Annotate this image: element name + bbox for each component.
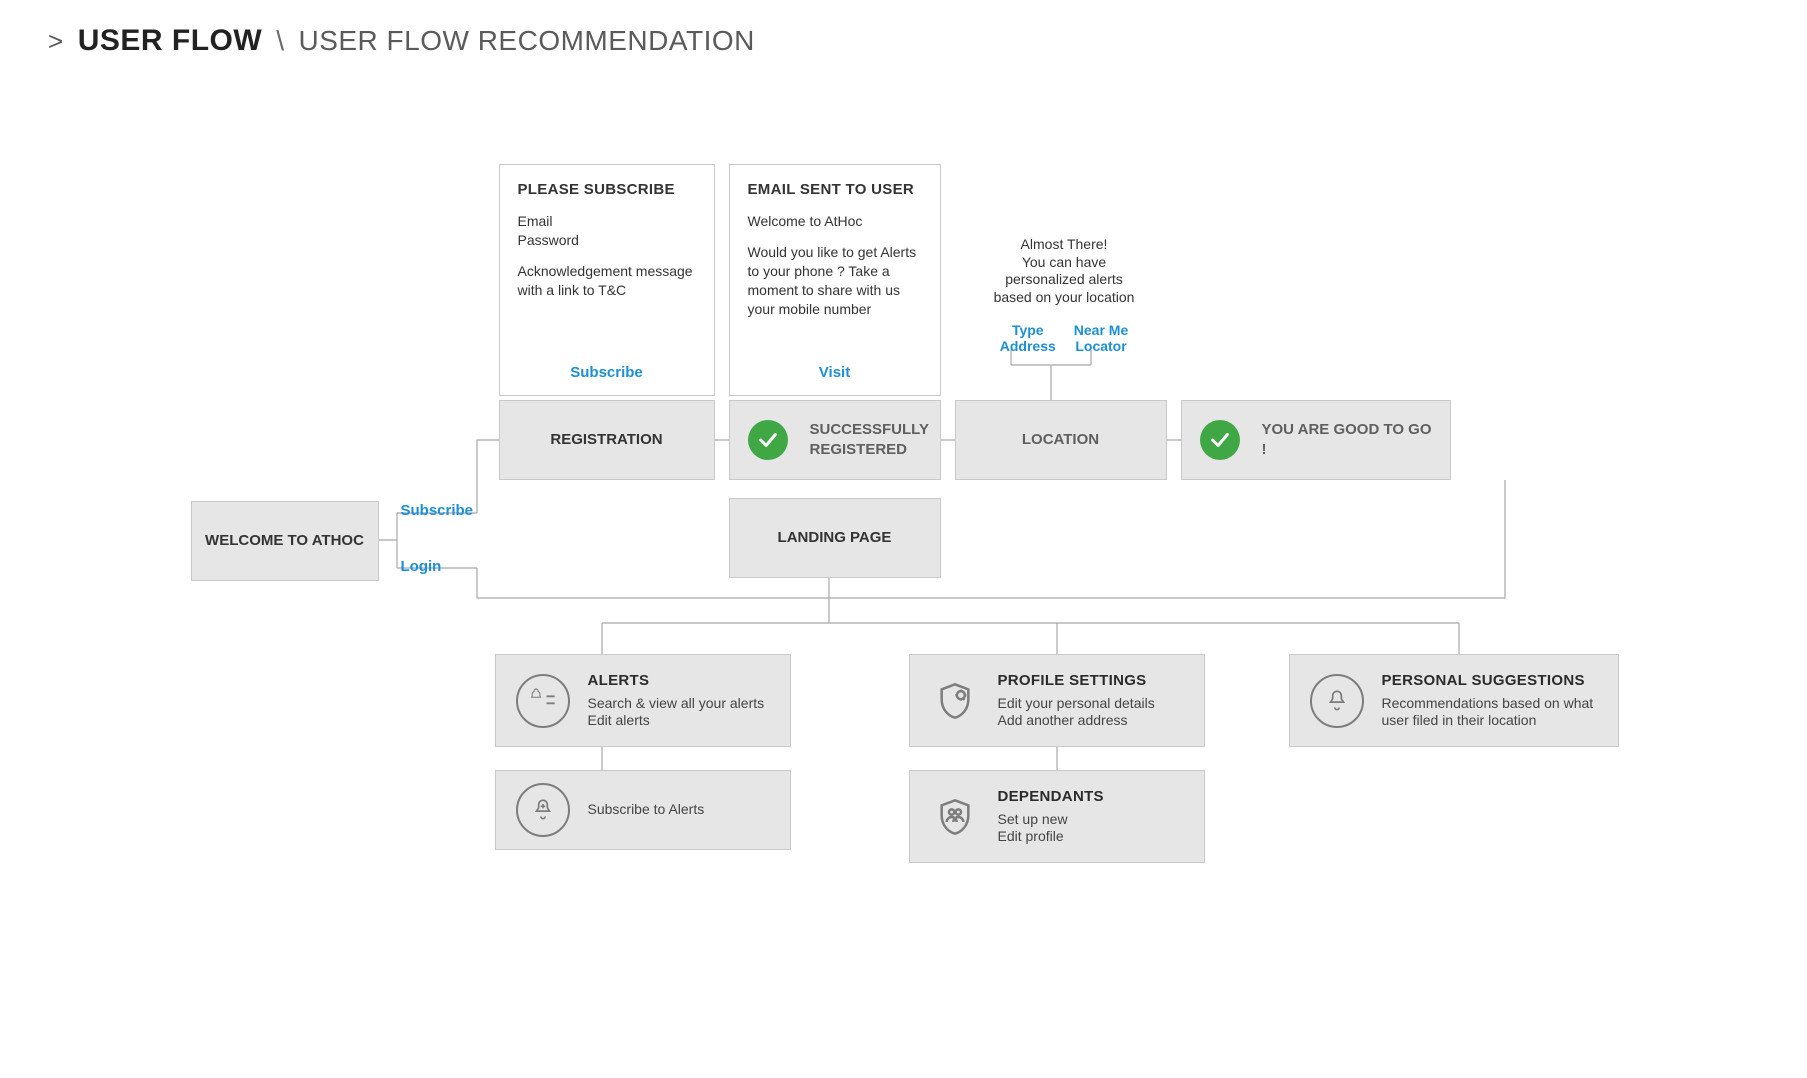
step-success: SUCCESSFULLY REGISTERED [729,400,941,480]
shield-gear-icon [930,676,980,726]
step-welcome-label: WELCOME TO ATHOC [195,531,374,551]
step-welcome: WELCOME TO ATHOC [191,501,379,581]
card-email-title: EMAIL SENT TO USER [748,181,922,198]
feature-alerts-title: ALERTS [588,672,765,689]
feature-alerts-subscribe: Subscribe to Alerts [495,770,791,850]
shield-people-icon [930,792,980,842]
card-subscribe-title: PLEASE SUBSCRIBE [518,181,696,198]
flow-canvas: WELCOME TO ATHOC Subscribe Login PLEASE … [179,128,1629,998]
bell-icon [1310,674,1364,728]
check-icon [748,420,788,460]
feature-profile: PROFILE SETTINGS Edit your personal deta… [909,654,1205,747]
step-registration: REGISTRATION [499,400,715,480]
feature-alerts-desc: Search & view all your alerts Edit alert… [588,695,765,730]
card-subscribe-cta[interactable]: Subscribe [518,358,696,381]
card-subscribe: PLEASE SUBSCRIBE Email Password Acknowle… [499,164,715,396]
branch-login-label[interactable]: Login [401,558,442,575]
callout-type-address[interactable]: Type Address [1000,322,1056,354]
card-subscribe-line3: Acknowledgement message with a link to T… [518,262,696,300]
header-title: USER FLOW [78,24,263,58]
step-location: LOCATION [955,400,1167,480]
feature-profile-title: PROFILE SETTINGS [998,672,1155,689]
feature-personal-title: PERSONAL SUGGESTIONS [1382,672,1598,689]
feature-alerts: ALERTS Search & view all your alerts Edi… [495,654,791,747]
step-good: YOU ARE GOOD TO GO ! [1181,400,1451,480]
step-registration-label: REGISTRATION [540,430,672,450]
callout-location-text: Almost There! You can have personalized … [967,236,1162,306]
header-subtitle: USER FLOW RECOMMENDATION [298,25,754,57]
step-landing-label: LANDING PAGE [768,528,902,548]
check-icon [1200,420,1240,460]
card-subscribe-line2: Password [518,231,696,250]
step-location-label: LOCATION [1012,430,1109,450]
feature-personal-desc: Recommendations based on what user filed… [1382,695,1598,730]
feature-alerts-subscribe-desc: Subscribe to Alerts [588,801,705,819]
branch-subscribe-label[interactable]: Subscribe [401,502,474,519]
step-success-label: SUCCESSFULLY REGISTERED [800,420,940,461]
bell-list-icon [516,674,570,728]
feature-dependants-desc: Set up new Edit profile [998,811,1104,846]
feature-profile-desc: Edit your personal details Add another a… [998,695,1155,730]
callout-near-me[interactable]: Near Me Locator [1074,322,1128,354]
step-good-label: YOU ARE GOOD TO GO ! [1252,420,1450,461]
card-subscribe-line1: Email [518,212,696,231]
card-email-line1: Welcome to AtHoc [748,212,922,231]
step-landing: LANDING PAGE [729,498,941,578]
card-email: EMAIL SENT TO USER Welcome to AtHoc Woul… [729,164,941,396]
feature-dependants-title: DEPENDANTS [998,788,1104,805]
callout-location: Almost There! You can have personalized … [967,236,1162,354]
card-email-line2: Would you like to get Alerts to your pho… [748,243,922,319]
page-header: > USER FLOW \ USER FLOW RECOMMENDATION [48,24,1807,58]
feature-personal: PERSONAL SUGGESTIONS Recommendations bas… [1289,654,1619,747]
card-email-cta[interactable]: Visit [748,358,922,381]
header-separator: \ [276,25,284,57]
feature-dependants: DEPENDANTS Set up new Edit profile [909,770,1205,863]
bell-plus-icon [516,783,570,837]
header-prefix: > [48,26,64,57]
